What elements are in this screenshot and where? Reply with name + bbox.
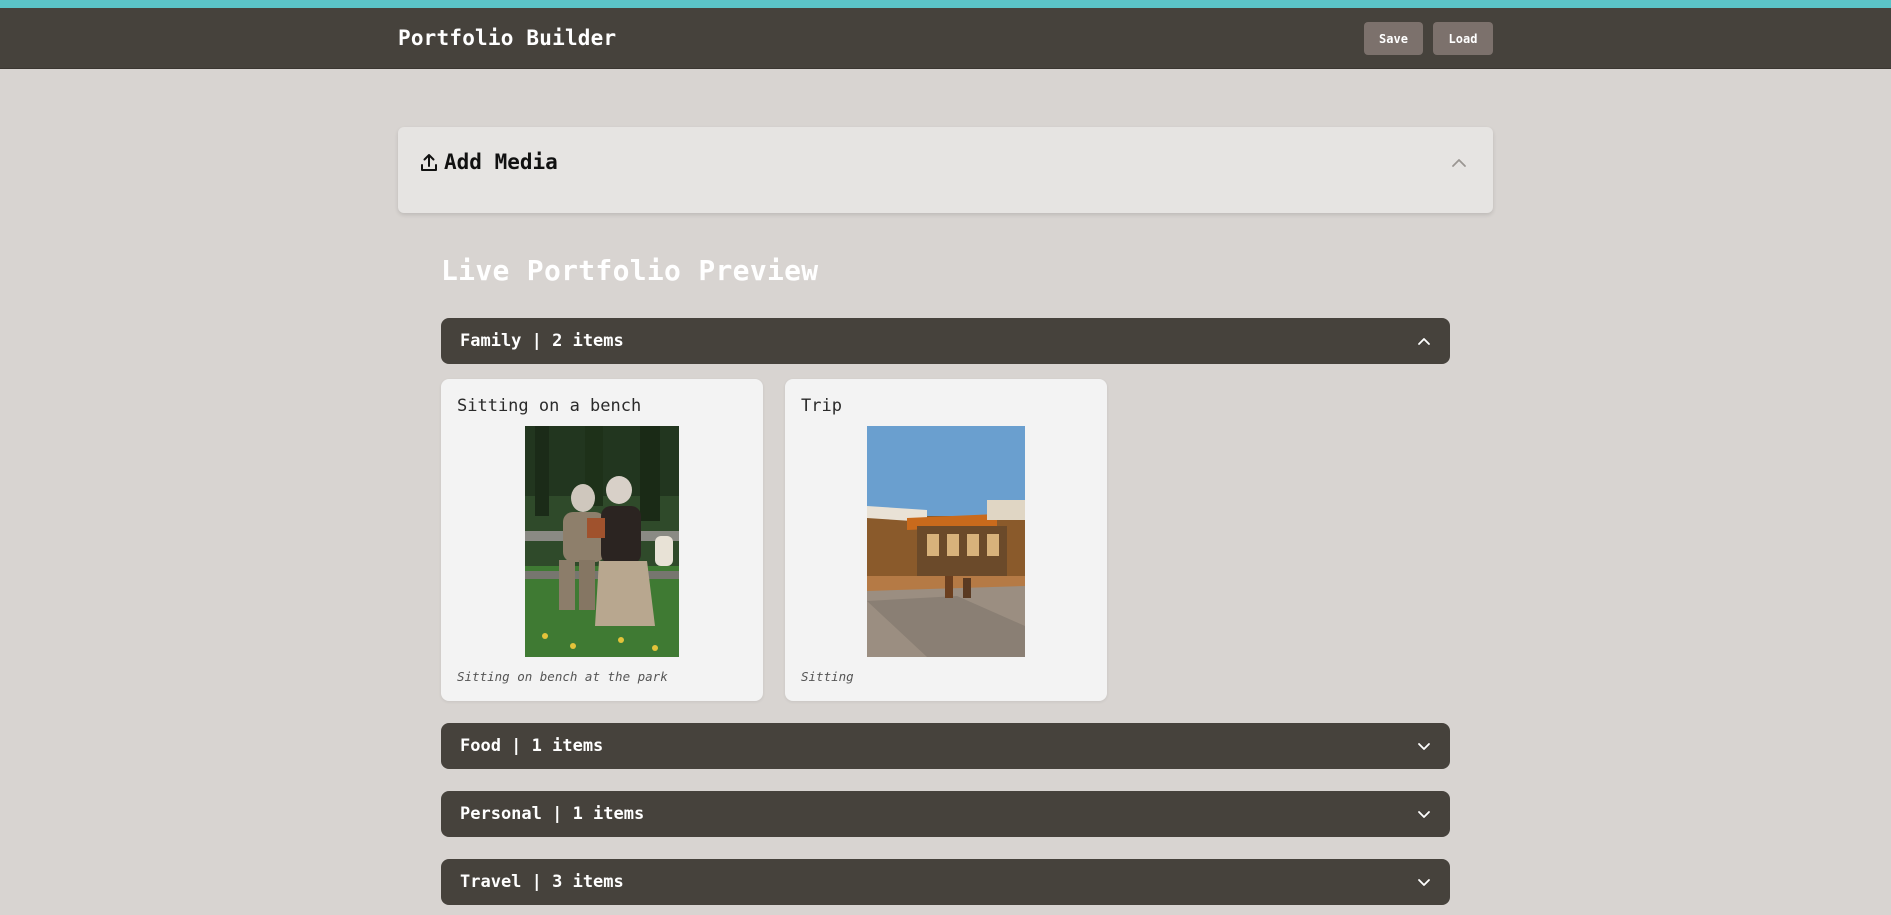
preview-title: Live Portfolio Preview	[441, 254, 819, 287]
category-travel[interactable]: Travel | 3 items	[441, 859, 1450, 905]
app-title: Portfolio Builder	[398, 26, 617, 50]
save-button[interactable]: Save	[1364, 22, 1423, 55]
add-media-title: Add Media	[444, 150, 558, 174]
app-header: Portfolio Builder Save Load	[0, 8, 1891, 69]
chevron-down-icon	[1418, 743, 1430, 750]
add-media-panel[interactable]: Add Media	[398, 127, 1493, 213]
category-family[interactable]: Family | 2 items	[441, 318, 1450, 364]
category-label: Personal | 1 items	[460, 804, 645, 824]
chevron-up-icon	[1418, 338, 1430, 345]
media-card[interactable]: Trip Sitting	[785, 379, 1107, 701]
card-caption: Sitting	[801, 669, 854, 684]
top-accent-bar	[0, 0, 1891, 8]
card-title: Trip	[801, 396, 842, 416]
category-label: Food | 1 items	[460, 736, 604, 756]
category-label: Travel | 3 items	[460, 872, 624, 892]
category-personal[interactable]: Personal | 1 items	[441, 791, 1450, 837]
upload-icon	[421, 154, 437, 171]
chevron-down-icon	[1418, 879, 1430, 886]
load-button[interactable]: Load	[1433, 22, 1493, 55]
card-title: Sitting on a bench	[457, 396, 642, 416]
category-label: Family | 2 items	[460, 331, 624, 351]
category-food[interactable]: Food | 1 items	[441, 723, 1450, 769]
media-card[interactable]: Sitting on a bench Sitting on bench at t…	[441, 379, 763, 701]
chevron-down-icon	[1418, 811, 1430, 818]
chevron-up-icon[interactable]	[1451, 157, 1467, 169]
card-caption: Sitting on bench at the park	[457, 669, 668, 684]
photo-bench	[525, 426, 679, 657]
photo-trip	[867, 426, 1025, 657]
